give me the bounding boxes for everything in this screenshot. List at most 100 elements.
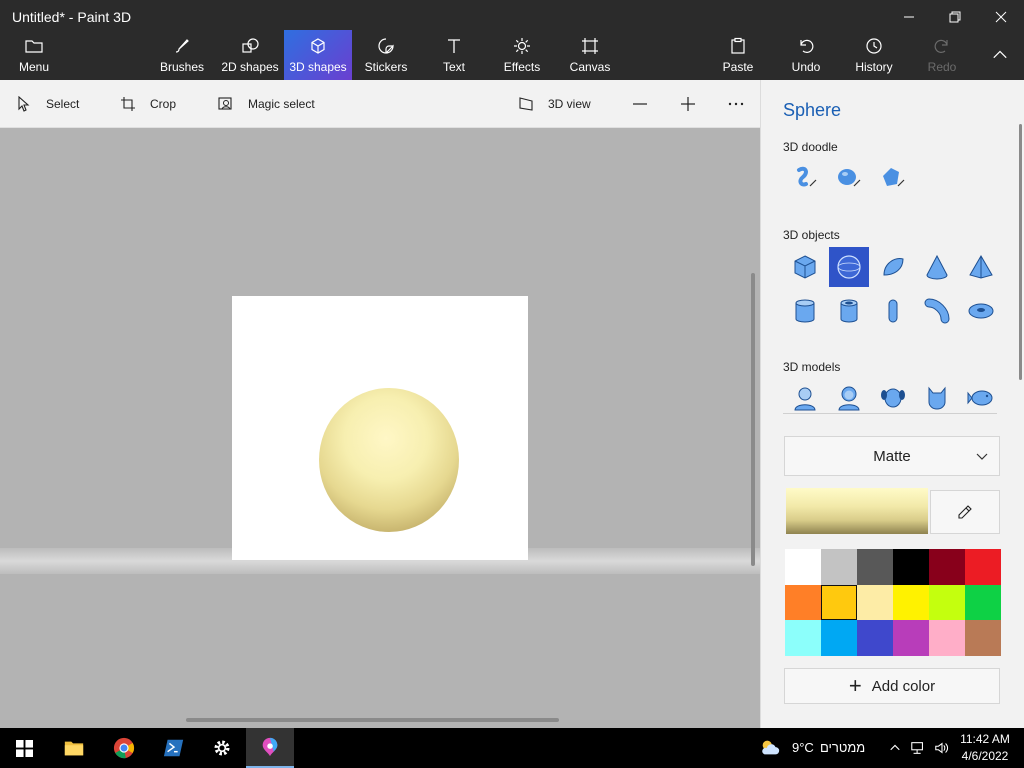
horizontal-scrollbar[interactable] bbox=[186, 718, 559, 722]
cat-model-button[interactable] bbox=[917, 378, 957, 418]
cube-object-button[interactable] bbox=[785, 247, 825, 287]
history-icon bbox=[864, 36, 884, 56]
current-color-swatch[interactable] bbox=[786, 488, 928, 534]
tab-effects[interactable]: Effects bbox=[500, 30, 544, 80]
settings-button[interactable] bbox=[198, 728, 246, 768]
color-swatch[interactable] bbox=[821, 549, 857, 585]
cat-icon bbox=[928, 386, 946, 410]
paint-3d-taskbar-button[interactable] bbox=[246, 728, 294, 768]
sharp-doodle-icon bbox=[797, 166, 817, 187]
weather-description[interactable]: ממטרים bbox=[820, 740, 865, 755]
color-swatch[interactable] bbox=[785, 549, 821, 585]
restore-button[interactable] bbox=[932, 2, 978, 32]
color-swatch[interactable] bbox=[965, 620, 1001, 656]
network-button[interactable] bbox=[906, 728, 930, 768]
color-swatch[interactable] bbox=[929, 549, 965, 585]
crop-button[interactable]: Crop bbox=[120, 80, 176, 128]
cone-object-button[interactable] bbox=[917, 247, 957, 287]
weather-temperature[interactable]: 9°C bbox=[792, 740, 814, 755]
chevron-up-icon bbox=[993, 50, 1007, 59]
paint-3d-icon bbox=[262, 737, 278, 757]
dog-icon bbox=[881, 388, 905, 408]
3d-sphere-object[interactable] bbox=[319, 388, 459, 532]
weather-button[interactable] bbox=[755, 728, 785, 768]
folder-icon bbox=[64, 741, 84, 756]
vertical-scrollbar[interactable] bbox=[751, 273, 755, 566]
zoom-in-button[interactable] bbox=[680, 80, 696, 128]
tab-stickers[interactable]: Stickers bbox=[362, 30, 410, 80]
fish-model-button[interactable] bbox=[961, 378, 1001, 418]
drawing-canvas[interactable] bbox=[0, 128, 760, 728]
minimize-button[interactable] bbox=[886, 2, 932, 32]
color-swatch[interactable] bbox=[893, 549, 929, 585]
color-swatch[interactable] bbox=[929, 620, 965, 656]
2d-shapes-icon bbox=[240, 36, 260, 56]
man-model-button[interactable] bbox=[785, 378, 825, 418]
color-swatch[interactable] bbox=[965, 584, 1001, 621]
color-swatch[interactable] bbox=[785, 620, 821, 656]
show-hidden-icons-button[interactable] bbox=[884, 728, 906, 768]
woman-icon bbox=[838, 386, 860, 411]
folder-icon bbox=[24, 36, 44, 56]
cylinder-object-button[interactable] bbox=[785, 291, 825, 331]
file-explorer-button[interactable] bbox=[50, 728, 98, 768]
more-options-button[interactable] bbox=[728, 80, 744, 128]
undo-button[interactable]: Undo bbox=[784, 30, 828, 80]
volume-button[interactable] bbox=[930, 728, 954, 768]
material-dropdown[interactable]: Matte bbox=[784, 436, 1000, 476]
color-swatch[interactable] bbox=[857, 549, 893, 585]
donut-object-button[interactable] bbox=[961, 291, 1001, 331]
eyedropper-button[interactable] bbox=[930, 490, 1000, 534]
3d-view-button[interactable]: 3D view bbox=[518, 80, 591, 128]
tube-doodle-button[interactable] bbox=[873, 158, 913, 198]
tab-canvas[interactable]: Canvas bbox=[566, 30, 614, 80]
tab-text[interactable]: Text bbox=[432, 30, 476, 80]
restore-icon bbox=[949, 11, 961, 23]
paste-button[interactable]: Paste bbox=[716, 30, 760, 80]
hemisphere-icon bbox=[883, 258, 904, 276]
curved-tube-object-button[interactable] bbox=[917, 291, 957, 331]
hemisphere-object-button[interactable] bbox=[873, 247, 913, 287]
clock[interactable]: 11:42 AM 4/6/2022 bbox=[955, 731, 1015, 765]
add-color-label: Add color bbox=[871, 677, 936, 695]
menu-button[interactable]: Menu bbox=[8, 30, 60, 80]
color-swatch[interactable] bbox=[929, 584, 965, 621]
windows-logo-icon bbox=[15, 739, 33, 757]
powershell-button[interactable] bbox=[150, 728, 198, 768]
collapse-ribbon-button[interactable] bbox=[986, 30, 1014, 80]
sharp-edge-doodle-button[interactable] bbox=[785, 158, 825, 198]
color-swatch[interactable] bbox=[857, 584, 893, 621]
select-button[interactable]: Select bbox=[16, 80, 79, 128]
tube-object-button[interactable] bbox=[829, 291, 869, 331]
pyramid-object-button[interactable] bbox=[961, 247, 1001, 287]
capsule-object-button[interactable] bbox=[873, 291, 913, 331]
weather-cloud-icon bbox=[762, 740, 780, 755]
woman-model-button[interactable] bbox=[829, 378, 869, 418]
color-swatch[interactable] bbox=[893, 620, 929, 656]
chrome-button[interactable] bbox=[100, 728, 148, 768]
tab-stickers-label: Stickers bbox=[364, 60, 408, 74]
color-swatch[interactable] bbox=[821, 620, 857, 656]
start-button[interactable] bbox=[0, 728, 48, 768]
history-button[interactable]: History bbox=[850, 30, 898, 80]
tab-2d-shapes[interactable]: 2D shapes bbox=[218, 30, 282, 80]
3d-doodle-heading: 3D doodle bbox=[783, 140, 838, 154]
color-swatch[interactable] bbox=[785, 584, 821, 621]
color-swatch[interactable] bbox=[893, 584, 929, 621]
zoom-out-button[interactable] bbox=[632, 80, 648, 128]
color-swatch[interactable] bbox=[857, 620, 893, 656]
color-swatch[interactable] bbox=[965, 549, 1001, 585]
tab-brushes[interactable]: Brushes bbox=[158, 30, 206, 80]
command-bar: Select Crop Magic select 3D view bbox=[0, 80, 760, 128]
tab-3d-shapes[interactable]: 3D shapes bbox=[284, 30, 352, 80]
soft-edge-doodle-button[interactable] bbox=[829, 158, 869, 198]
dog-model-button[interactable] bbox=[873, 378, 913, 418]
close-button[interactable] bbox=[978, 2, 1024, 32]
text-icon bbox=[444, 36, 464, 56]
color-swatch[interactable] bbox=[821, 584, 857, 621]
redo-button[interactable]: Redo bbox=[922, 30, 962, 80]
panel-scrollbar[interactable] bbox=[1019, 124, 1022, 380]
sphere-object-button[interactable] bbox=[829, 247, 869, 287]
add-color-button[interactable]: + Add color bbox=[784, 668, 1000, 704]
magic-select-button[interactable]: Magic select bbox=[218, 80, 315, 128]
